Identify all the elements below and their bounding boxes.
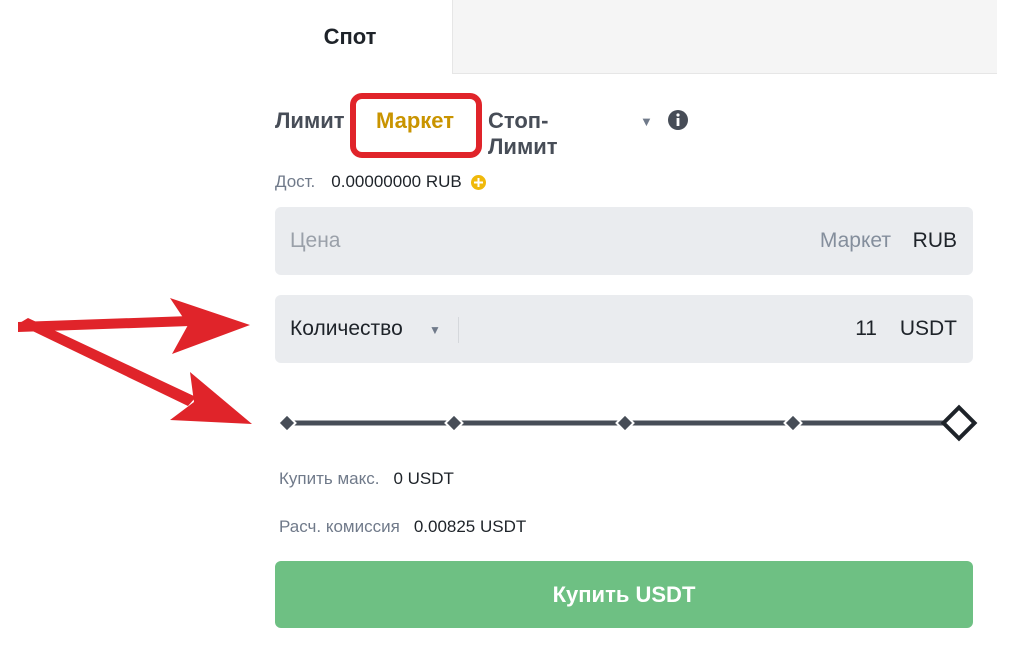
quantity-unit: USDT xyxy=(899,317,957,340)
price-placeholder: Цена xyxy=(290,229,341,252)
quantity-value[interactable]: 11 xyxy=(855,317,877,341)
slider-stop-75[interactable] xyxy=(783,413,803,433)
available-value: 0.00000000 RUB xyxy=(331,172,462,191)
order-type-stop-limit[interactable]: Стоп-Лимит xyxy=(488,108,558,160)
info-icon[interactable] xyxy=(667,109,689,131)
divider xyxy=(458,317,459,343)
slider-thumb[interactable] xyxy=(940,404,978,442)
arrow-annotation xyxy=(18,318,196,406)
quantity-type-selector[interactable]: Количество xyxy=(290,317,403,341)
price-unit: RUB xyxy=(912,229,957,252)
buy-max-row: Купить макс. 0 USDT xyxy=(279,469,454,489)
caret-down-icon[interactable]: ▼ xyxy=(640,114,653,129)
slider-stop-25[interactable] xyxy=(444,413,464,433)
amount-slider[interactable] xyxy=(275,400,985,445)
buy-usdt-button[interactable]: Купить USDT xyxy=(275,561,973,628)
available-balance: Дост. 0.00000000 RUB xyxy=(275,172,487,192)
quantity-field[interactable]: Количество ▼ 11 USDT xyxy=(275,295,973,363)
fee-row: Расч. комиссия 0.00825 USDT xyxy=(279,517,526,537)
arrow-annotation xyxy=(170,372,252,424)
fee-label: Расч. комиссия xyxy=(279,517,400,536)
caret-down-icon[interactable]: ▼ xyxy=(429,323,441,337)
price-mode: Маркет xyxy=(819,229,891,252)
tab-spot[interactable]: Спот xyxy=(250,0,450,74)
available-label: Дост. xyxy=(275,172,316,191)
plus-circle-icon[interactable] xyxy=(470,174,487,191)
market-highlight-box xyxy=(350,93,482,158)
tab-inactive-area xyxy=(452,0,997,74)
buy-max-label: Купить макс. xyxy=(279,469,380,488)
order-type-limit[interactable]: Лимит xyxy=(275,108,345,134)
price-field[interactable]: Цена Маркет RUB xyxy=(275,207,973,275)
fee-value: 0.00825 USDT xyxy=(413,517,527,536)
slider-stop-50[interactable] xyxy=(615,413,635,433)
slider-stop-0[interactable] xyxy=(277,413,297,433)
arrow-annotation xyxy=(18,316,190,332)
buy-max-value: 0 USDT xyxy=(393,469,454,488)
arrow-annotation xyxy=(170,298,250,354)
